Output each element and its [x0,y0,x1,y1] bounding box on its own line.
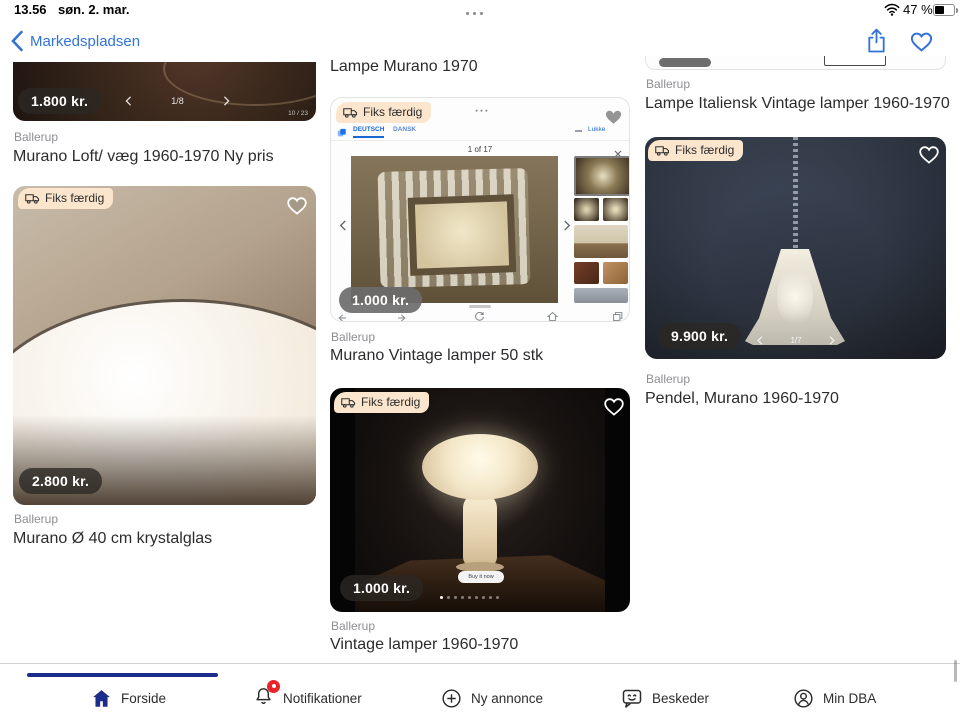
photo-chevron-right [563,218,571,236]
favorite-heart-icon[interactable] [285,194,309,221]
listing-location: Ballerup [646,372,690,386]
listing-location: Ballerup [331,330,375,344]
listing-title[interactable]: Murano Loft/ væg 1960-1970 Ny pris [13,148,274,166]
tab-forside[interactable]: Forside [90,684,166,712]
photo-page-indicator [469,305,491,308]
photo-thumbnail [574,262,599,284]
fiks-faerdig-badge: Fiks færdig [336,102,431,123]
listing-title[interactable]: Pendel, Murano 1960-1970 [645,390,839,408]
photo-lang-source: DEUTSCH [353,126,384,133]
listing-title[interactable]: Murano Ø 40 cm krystalglas [13,530,212,548]
listing-title[interactable]: Vintage lamper 1960-1970 [330,636,518,654]
photo-chevron-left [339,218,347,236]
notification-badge [267,680,280,693]
chevron-left-icon [757,336,763,345]
plus-circle-icon [440,687,463,710]
photo-lamp-cap [422,434,538,500]
favorite-heart-icon[interactable] [602,106,625,132]
listing-location: Ballerup [646,77,690,91]
listing-card[interactable]: Fiks færdig 2.800 kr. [13,186,316,505]
photo-counter: 10 / 23 [288,110,308,117]
tab-ny-annonce[interactable]: Ny annonce [440,684,543,712]
listing-card[interactable]: DEUTSCH DANSK Lukke 1 of 17 [330,97,630,322]
tabbar-divider [0,663,960,664]
photo-refresh-icon [474,309,485,322]
listing-location: Ballerup [331,619,375,633]
app-screen: 13.56 søn. 2. mar. 47 % Markedspladsen 1… [0,0,960,720]
status-time: 13.56 [14,2,47,17]
truck-icon [655,145,670,156]
tab-notifikationer[interactable]: Notifikationer [252,684,362,712]
price-badge: 1.800 kr. [18,88,101,114]
photo-buy-pill: Buy it now [458,571,504,583]
photo-thumbnail [574,156,630,196]
photo-carousel-dots [440,596,499,599]
battery-icon [933,4,955,16]
favorites-heart-icon[interactable] [908,29,935,58]
price-badge: 9.900 kr. [658,323,741,349]
listing-card[interactable]: Fiks færdig 9.900 kr. 1/7 [645,137,946,359]
share-icon[interactable] [865,27,888,59]
photo-thumbnail [574,198,599,221]
photo-home-icon [547,309,558,322]
wifi-icon [884,3,900,21]
photo-lang-target: DANSK [393,126,416,133]
person-circle-icon [792,687,815,710]
photo-lang-underline [353,136,384,138]
tab-beskeder[interactable]: Beskeder [620,684,709,712]
chevron-right-icon [829,336,835,345]
chevron-right-icon [223,96,230,106]
photo-thumbnail [603,262,628,284]
photo-pager: 1 of 17 [331,145,629,154]
price-badge: 1.000 kr. [339,287,422,313]
photo-tabs-icon [612,309,623,322]
listing-card[interactable]: Buy it now Fiks færdig 1.000 kr. [330,388,630,612]
image-carousel-pager: 1/7 [757,336,835,345]
active-tab-indicator [27,673,218,677]
photo-status-dots [474,105,489,118]
chevron-left-icon [125,96,132,106]
fiks-faerdig-badge: Fiks færdig [334,392,429,413]
listing-card[interactable] [645,56,946,70]
listing-title[interactable]: Murano Vintage lamper 50 stk [330,347,543,365]
photo-dash [575,130,582,132]
favorite-heart-icon[interactable] [602,395,626,422]
battery-percent: 47 % [903,2,933,17]
listing-card[interactable]: 1.800 kr. 1/8 10 / 23 [13,62,316,121]
truck-icon [25,193,40,204]
fiks-faerdig-badge: Fiks færdig [18,188,113,209]
photo-thumbnail [603,198,628,221]
photo-lamp-stem [463,493,497,567]
photo-chain [793,137,798,257]
truck-icon [343,107,358,118]
price-badge: 2.800 kr. [19,468,102,494]
back-chevron-icon[interactable] [10,30,24,57]
status-date: søn. 2. mar. [58,2,130,17]
listing-location: Ballerup [14,512,58,526]
image-carousel-pager: 1/8 [125,96,230,106]
photo-back-icon [337,310,347,322]
listing-title[interactable]: Lampe Italiensk Vintage lamper 1960-1970 [645,95,950,113]
photo-lamp-panel [408,194,517,276]
scrollbar [954,660,957,682]
listing-location: Ballerup [14,130,58,144]
truck-icon [341,397,356,408]
home-icon [90,687,113,710]
photo-divider [331,140,629,141]
multitasking-dots-icon [464,5,485,23]
photo-pill [659,58,711,67]
fiks-faerdig-badge: Fiks færdig [648,140,743,161]
photo-pendant-glow [777,267,813,327]
back-button[interactable]: Markedspladsen [30,33,140,50]
listing-title[interactable]: Lampe Murano 1970 [330,58,478,76]
bell-icon [252,684,275,713]
chat-smiley-icon [620,686,644,710]
photo-button [824,56,886,66]
photo-main-image [351,156,558,303]
photo-thumbnail [574,288,628,303]
price-badge: 1.000 kr. [340,575,423,601]
favorite-heart-icon[interactable] [917,143,941,170]
tab-min-dba[interactable]: Min DBA [792,684,876,712]
photo-thumbnail [574,225,628,258]
